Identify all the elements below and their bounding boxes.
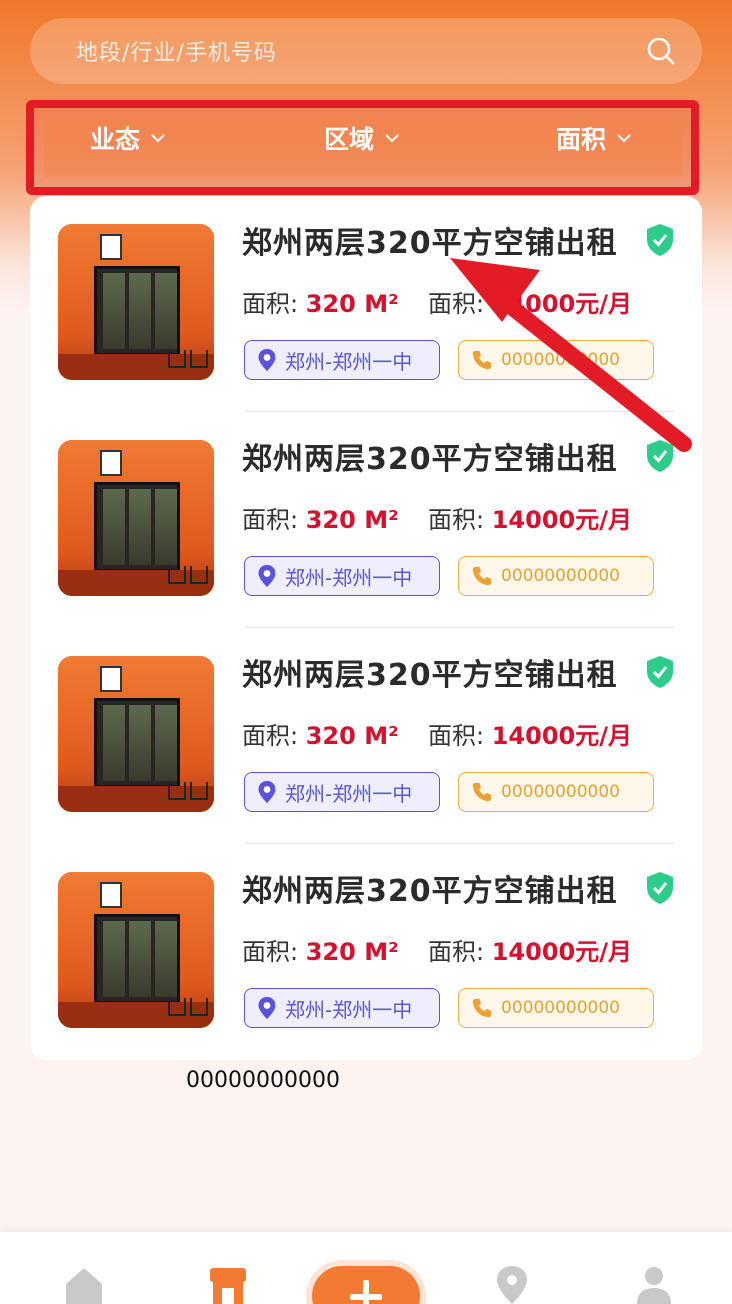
price-meta: 面积: 14000元/月 <box>428 722 632 750</box>
post-button[interactable] <box>312 1266 420 1304</box>
price-meta: 面积: 14000元/月 <box>428 506 632 534</box>
location-pin-icon <box>258 781 276 803</box>
shield-check-icon <box>647 872 673 904</box>
area-meta: 面积: 320 M² <box>242 722 399 750</box>
filter-region[interactable]: 区域 <box>324 120 400 156</box>
chevron-down-icon <box>385 134 399 143</box>
phone-icon <box>472 998 492 1018</box>
shop-photo <box>58 656 214 812</box>
location-tag[interactable]: 郑州-郑州一中 <box>244 340 440 380</box>
shield-check-icon <box>647 656 673 688</box>
listing-title: 郑州两层320平方空铺出租 <box>242 442 618 477</box>
store-icon[interactable] <box>206 1264 250 1304</box>
list-item[interactable]: 郑州两层320平方空铺出租 面积: 320 M² 面积: 14000元/月 郑州… <box>30 412 702 628</box>
filter-label: 业态 <box>90 125 141 154</box>
chevron-down-icon <box>617 134 631 143</box>
price-meta: 面积: 14000元/月 <box>428 938 632 966</box>
listing-title: 郑州两层320平方空铺出租 <box>242 874 618 909</box>
user-icon[interactable] <box>632 1264 676 1304</box>
location-tag[interactable]: 郑州-郑州一中 <box>244 988 440 1028</box>
shop-photo <box>58 224 214 380</box>
search-bar[interactable]: 地段/行业/手机号码 <box>30 18 702 84</box>
phone-icon <box>472 566 492 586</box>
phone-tag[interactable]: 00000000000 <box>458 988 654 1028</box>
list-item[interactable]: 郑州两层320平方空铺出租 面积: 320 M² 面积: 14000元/月 郑州… <box>30 196 702 412</box>
shield-check-icon <box>647 440 673 472</box>
filter-label: 区域 <box>324 125 375 154</box>
search-input[interactable]: 地段/行业/手机号码 <box>76 35 646 67</box>
home-icon[interactable] <box>62 1264 106 1304</box>
area-meta: 面积: 320 M² <box>242 938 399 966</box>
chevron-down-icon <box>151 134 165 143</box>
listing-card: 郑州两层320平方空铺出租 面积: 320 M² 面积: 14000元/月 郑州… <box>30 196 702 1060</box>
footer-phone-number: 00000000000 <box>186 1068 340 1093</box>
listing-title: 郑州两层320平方空铺出租 <box>242 658 618 693</box>
area-meta: 面积: 320 M² <box>242 290 399 318</box>
phone-icon <box>472 350 492 370</box>
filter-label: 面积 <box>556 125 607 154</box>
price-meta: 面积: 14000元/月 <box>428 290 632 318</box>
shop-photo <box>58 440 214 596</box>
search-icon[interactable] <box>646 36 676 66</box>
location-pin-icon <box>258 565 276 587</box>
list-item[interactable]: 郑州两层320平方空铺出租 面积: 320 M² 面积: 14000元/月 郑州… <box>30 628 702 844</box>
phone-icon <box>472 782 492 802</box>
area-meta: 面积: 320 M² <box>242 506 399 534</box>
phone-tag[interactable]: 00000000000 <box>458 556 654 596</box>
location-pin-icon[interactable] <box>490 1264 534 1304</box>
location-pin-icon <box>258 349 276 371</box>
shop-photo <box>58 872 214 1028</box>
filter-area[interactable]: 面积 <box>556 120 632 156</box>
shield-check-icon <box>647 224 673 256</box>
location-pin-icon <box>258 997 276 1019</box>
phone-tag[interactable]: 00000000000 <box>458 340 654 380</box>
filter-business-type[interactable]: 业态 <box>90 120 166 156</box>
location-tag[interactable]: 郑州-郑州一中 <box>244 556 440 596</box>
listing-title: 郑州两层320平方空铺出租 <box>242 226 618 261</box>
location-tag[interactable]: 郑州-郑州一中 <box>244 772 440 812</box>
bottom-tab-bar <box>0 1232 732 1304</box>
list-item[interactable]: 郑州两层320平方空铺出租 面积: 320 M² 面积: 14000元/月 郑州… <box>30 844 702 1060</box>
phone-tag[interactable]: 00000000000 <box>458 772 654 812</box>
